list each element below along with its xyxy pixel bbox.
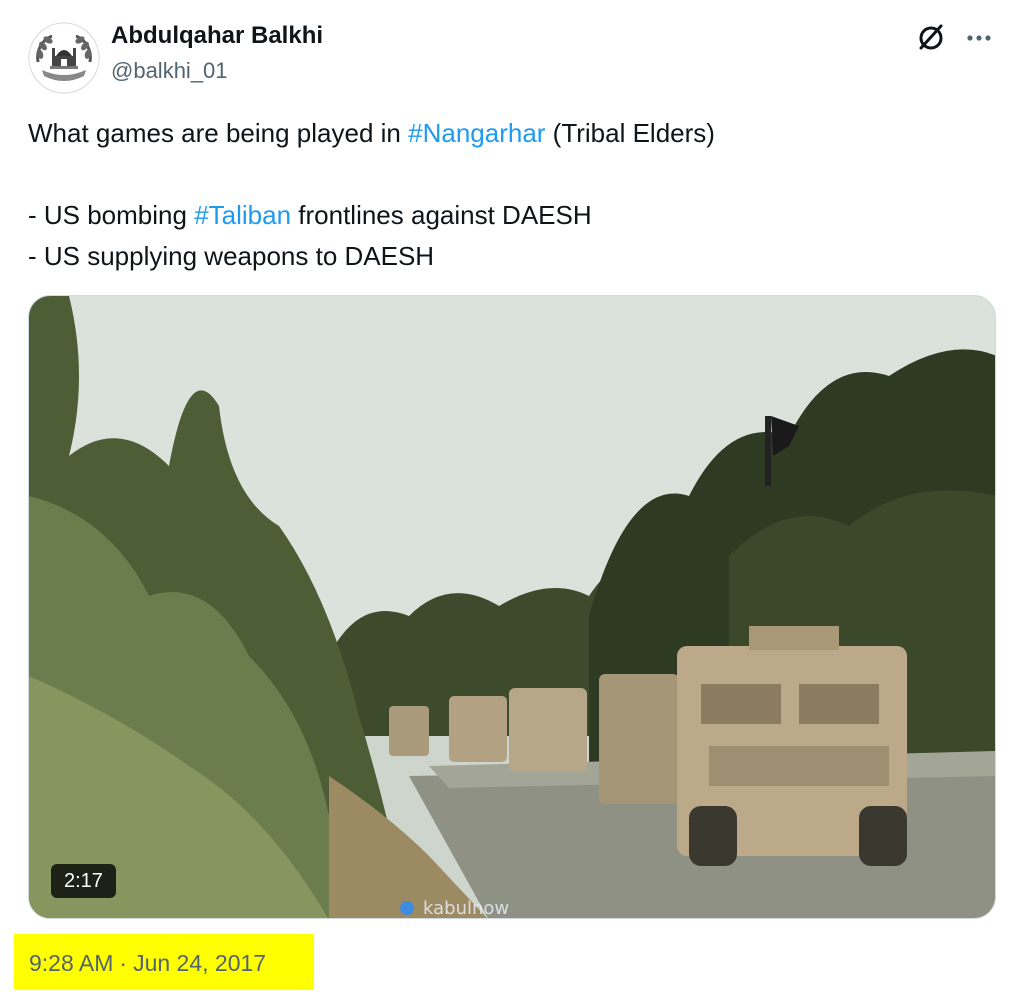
tweet-text-segment: - US bombing bbox=[28, 200, 195, 230]
emblem-icon bbox=[28, 22, 100, 94]
display-name[interactable]: Abdulqahar Balkhi bbox=[111, 20, 323, 52]
hashtag-link[interactable]: #Taliban bbox=[194, 200, 291, 230]
video-thumbnail: kabulnow bbox=[29, 296, 995, 919]
tweet-card: Abdulqahar Balkhi @balkhi_01 What games … bbox=[0, 0, 1024, 1008]
timestamp-highlight: 9:28 AM · Jun 24, 2017 bbox=[14, 934, 314, 990]
tweet-text-segment: frontlines against DAESH bbox=[291, 200, 592, 230]
grok-slash-circle-icon[interactable] bbox=[914, 20, 948, 54]
video-duration-badge: 2:17 bbox=[51, 864, 116, 898]
meta-separator: · bbox=[119, 950, 128, 976]
tweet-line: What games are being played in #Nangarha… bbox=[28, 113, 988, 154]
tweet-line: - US supplying weapons to DAESH bbox=[28, 241, 435, 271]
more-dots-icon[interactable] bbox=[962, 20, 996, 54]
video-player[interactable]: kabulnow 2:17 bbox=[28, 295, 996, 919]
tweet-line: - US bombing #Taliban frontlines against… bbox=[28, 195, 988, 236]
tweet-text-segment: What games are being played in bbox=[28, 118, 409, 148]
video-watermark: kabulnow bbox=[423, 898, 509, 919]
avatar[interactable] bbox=[28, 22, 100, 94]
handle[interactable]: @balkhi_01 bbox=[111, 56, 228, 86]
tweet-date[interactable]: Jun 24, 2017 bbox=[133, 950, 266, 976]
hashtag-link[interactable]: #Nangarhar bbox=[408, 118, 545, 148]
tweet-text-segment: (Tribal Elders) bbox=[545, 118, 715, 148]
tweet-text: What games are being played in #Nangarha… bbox=[28, 113, 988, 277]
tweet-time[interactable]: 9:28 AM bbox=[29, 950, 113, 976]
